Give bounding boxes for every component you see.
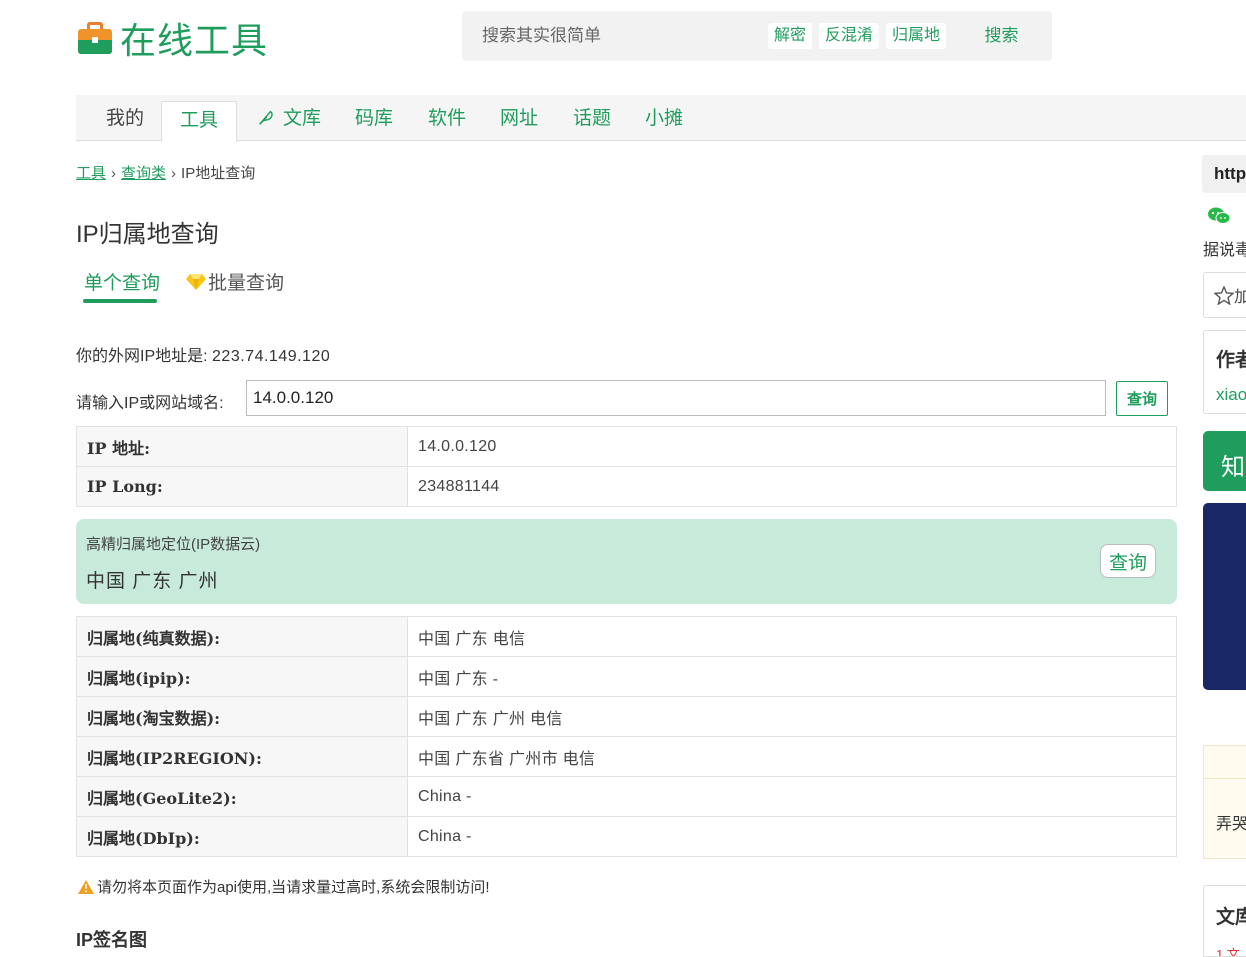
warning-triangle-icon <box>78 880 94 894</box>
breadcrumb-query[interactable]: 查询类 <box>121 165 166 182</box>
wenku-title: 文库 <box>1216 907 1246 928</box>
search-box: 解密 反混淆 归属地 搜索 <box>462 11 1052 61</box>
breadcrumb: 工具 › 查询类 › IP地址查询 <box>76 162 255 183</box>
api-warning-text: 请勿将本页面作为api使用,当请求量过高时,系统会限制访问! <box>97 879 490 896</box>
location-table: 归属地(纯真数据): 中国 广东 电信 归属地(ipip): 中国 广东 - 归属地… <box>76 616 1177 857</box>
breadcrumb-separator: › <box>171 165 177 182</box>
table-row: 归属地(IP2REGION): 中国 广东省 广州市 电信 <box>76 736 1177 777</box>
table-row: 归属地(纯真数据): 中国 广东 电信 <box>76 616 1177 657</box>
query-input-label: 请输入IP或网站域名: <box>76 395 224 412</box>
row-key: 归属地(淘宝数据): <box>76 696 408 737</box>
favorite-label: 加 <box>1234 289 1246 306</box>
wechat-icon[interactable] <box>1207 206 1233 228</box>
nav-item-urls[interactable]: 网址 <box>482 95 556 141</box>
page-title: IP归属地查询 <box>76 221 219 248</box>
wenku-card: 文库 1 文 <box>1203 885 1246 957</box>
note-text: 弄哭 <box>1216 816 1246 833</box>
precise-location-value: 中国 广东 广州 <box>86 571 219 592</box>
row-value: 14.0.0.120 <box>407 426 1177 467</box>
favorite-button[interactable]: 加 <box>1203 272 1246 318</box>
wenku-first-item[interactable]: 1 文 <box>1216 944 1240 956</box>
tab-active-underline <box>83 299 157 303</box>
nav-item-wenku-label: 文库 <box>283 108 322 129</box>
site-logo[interactable]: 在线工具 <box>78 18 268 61</box>
my-ip-label: 你的外网IP地址是: <box>76 348 208 365</box>
search-tag-location[interactable]: 归属地 <box>886 23 947 49</box>
my-ip-line: 你的外网IP地址是: 223.74.149.120 <box>76 342 330 366</box>
sidebar-hint-text: 据说毒 <box>1203 242 1246 259</box>
nav-item-stall[interactable]: 小摊 <box>627 95 701 141</box>
zhi-banner-text: 知 <box>1221 454 1245 481</box>
star-outline-icon <box>1213 285 1235 306</box>
row-value: China - <box>407 816 1177 857</box>
row-value: 中国 广东 电信 <box>407 616 1177 657</box>
row-value: China - <box>407 776 1177 817</box>
row-value: 中国 广东 广州 电信 <box>407 696 1177 737</box>
query-row: 请输入IP或网站域名: 查询 <box>76 380 1176 416</box>
signature-section-title: IP签名图 <box>76 930 148 950</box>
note-divider <box>1204 778 1246 779</box>
tab-single-query[interactable]: 单个查询 <box>83 268 161 303</box>
nav-item-topics[interactable]: 话题 <box>555 95 629 141</box>
logo-text: 在线工具 <box>120 20 269 61</box>
row-key: 归属地(ipip): <box>76 656 408 697</box>
my-ip-value: 223.74.149.120 <box>212 348 331 365</box>
toolbox-icon <box>78 22 112 54</box>
query-button[interactable]: 查询 <box>1116 381 1168 416</box>
diamond-icon <box>186 274 206 290</box>
row-value: 中国 广东省 广州市 电信 <box>407 736 1177 777</box>
nav-item-software[interactable]: 软件 <box>410 95 484 141</box>
row-value: 234881144 <box>407 466 1177 507</box>
breadcrumb-separator: › <box>111 165 117 182</box>
author-name[interactable]: xiao <box>1216 385 1246 405</box>
tab-batch-label: 批量查询 <box>208 273 285 294</box>
feather-icon <box>259 110 273 125</box>
row-key: 归属地(GeoLite2): <box>76 776 408 817</box>
precise-location-panel: 高精归属地定位(IP数据云) 中国 广东 广州 查询 <box>76 519 1177 604</box>
tab-batch-query[interactable]: 批量查询 <box>186 268 284 295</box>
nav-item-maku[interactable]: 码库 <box>337 95 411 141</box>
table-row: IP Long: 234881144 <box>76 466 1177 507</box>
search-input[interactable] <box>482 23 762 49</box>
table-row: 归属地(淘宝数据): 中国 广东 广州 电信 <box>76 696 1177 737</box>
page-url-text: http <box>1214 164 1246 183</box>
ip-input[interactable] <box>246 380 1106 416</box>
precise-location-label: 高精归属地定位(IP数据云) <box>86 536 261 553</box>
row-key: 归属地(DbIp): <box>76 816 408 857</box>
author-card: 作者 xiao <box>1203 330 1246 414</box>
zhi-banner[interactable]: 知 <box>1203 431 1246 491</box>
row-key: 归属地(IP2REGION): <box>76 736 408 777</box>
breadcrumb-current: IP地址查询 <box>181 165 256 182</box>
precise-query-button[interactable]: 查询 <box>1100 544 1156 578</box>
nav-item-mine[interactable]: 我的 <box>88 95 162 141</box>
page-url-box[interactable]: http <box>1202 155 1246 193</box>
search-tag-decrypt[interactable]: 解密 <box>768 23 813 49</box>
note-card: 弄哭 <box>1203 745 1246 859</box>
main-nav: 我的 工具 文库 码库 软件 网址 话题 小摊 <box>76 95 1246 142</box>
author-title: 作者 <box>1216 350 1246 371</box>
search-button[interactable]: 搜索 <box>955 17 1048 55</box>
search-tag-deobfuscate[interactable]: 反混淆 <box>819 23 880 49</box>
tab-single-label: 单个查询 <box>84 273 161 294</box>
basic-info-table: IP 地址: 14.0.0.120 IP Long: 234881144 <box>76 426 1177 507</box>
row-value: 中国 广东 - <box>407 656 1177 697</box>
api-warning: 请勿将本页面作为api使用,当请求量过高时,系统会限制访问! <box>78 876 490 897</box>
row-key: IP Long: <box>76 466 408 507</box>
table-row: 归属地(GeoLite2): China - <box>76 776 1177 817</box>
nav-item-tools[interactable]: 工具 <box>161 101 238 142</box>
nav-item-wenku[interactable]: 文库 <box>239 95 339 141</box>
table-row: 归属地(DbIp): China - <box>76 816 1177 857</box>
breadcrumb-tools[interactable]: 工具 <box>76 165 106 182</box>
ad-banner[interactable] <box>1203 503 1246 690</box>
row-key: 归属地(纯真数据): <box>76 616 408 657</box>
table-row: 归属地(ipip): 中国 广东 - <box>76 656 1177 697</box>
wechat-icon-glyph <box>1208 207 1231 224</box>
table-row: IP 地址: 14.0.0.120 <box>76 426 1177 467</box>
row-key: IP 地址: <box>76 426 408 467</box>
